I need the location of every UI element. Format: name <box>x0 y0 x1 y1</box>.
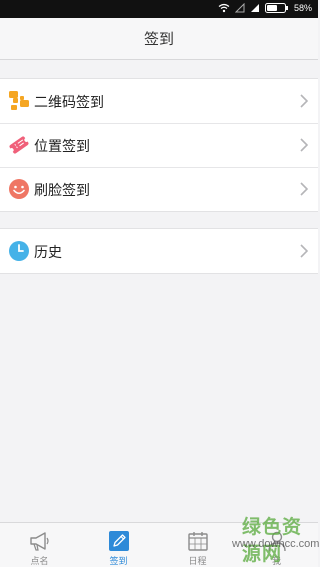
tab-label: 点名 <box>30 557 49 567</box>
battery-percent: 58% <box>293 3 312 13</box>
chevron-right-icon <box>300 182 308 196</box>
nav-bar: 签到 <box>0 18 318 60</box>
person-icon <box>268 531 286 552</box>
tab-checkin[interactable]: 签到 <box>79 523 158 567</box>
chevron-right-icon <box>300 244 308 258</box>
calendar-icon <box>188 532 208 551</box>
menu-item-label: 历史 <box>34 245 62 261</box>
chevron-right-icon <box>300 138 308 152</box>
tab-label: 我 <box>271 557 281 567</box>
tab-me[interactable]: 我 <box>237 523 316 567</box>
tab-label: 日程 <box>188 557 207 567</box>
page-title: 签到 <box>143 30 174 48</box>
status-bar-right: 58% <box>218 3 312 13</box>
signal-icon <box>250 4 259 12</box>
pencil-icon <box>109 531 129 551</box>
menu-group-checkin: 二维码签到 位置签到 刷脸签到 <box>0 78 318 212</box>
tab-label: 签到 <box>109 557 128 567</box>
qr-code-icon <box>9 91 29 110</box>
smiley-face-icon <box>9 179 29 199</box>
ticket-icon <box>9 136 29 154</box>
menu-item-location-checkin[interactable]: 位置签到 <box>0 123 318 167</box>
tab-roll-call[interactable]: 点名 <box>0 523 79 567</box>
megaphone-icon <box>30 532 49 551</box>
clock-icon <box>9 241 29 261</box>
wifi-icon <box>218 3 230 13</box>
menu-item-label: 刷脸签到 <box>34 183 90 199</box>
menu-group-history: 历史 <box>0 228 318 274</box>
tab-schedule[interactable]: 日程 <box>158 523 237 567</box>
signal-off-icon <box>234 3 245 13</box>
status-bar: 58% <box>0 0 318 18</box>
menu-item-face-checkin[interactable]: 刷脸签到 <box>0 167 318 211</box>
menu-item-history[interactable]: 历史 <box>0 229 318 273</box>
battery-icon <box>264 3 288 13</box>
menu-item-label: 二维码签到 <box>34 95 104 111</box>
menu-item-label: 位置签到 <box>34 139 90 155</box>
tab-bar: 点名 签到 日程 我 <box>0 522 318 567</box>
menu-item-qr-checkin[interactable]: 二维码签到 <box>0 79 318 123</box>
chevron-right-icon <box>300 94 308 108</box>
